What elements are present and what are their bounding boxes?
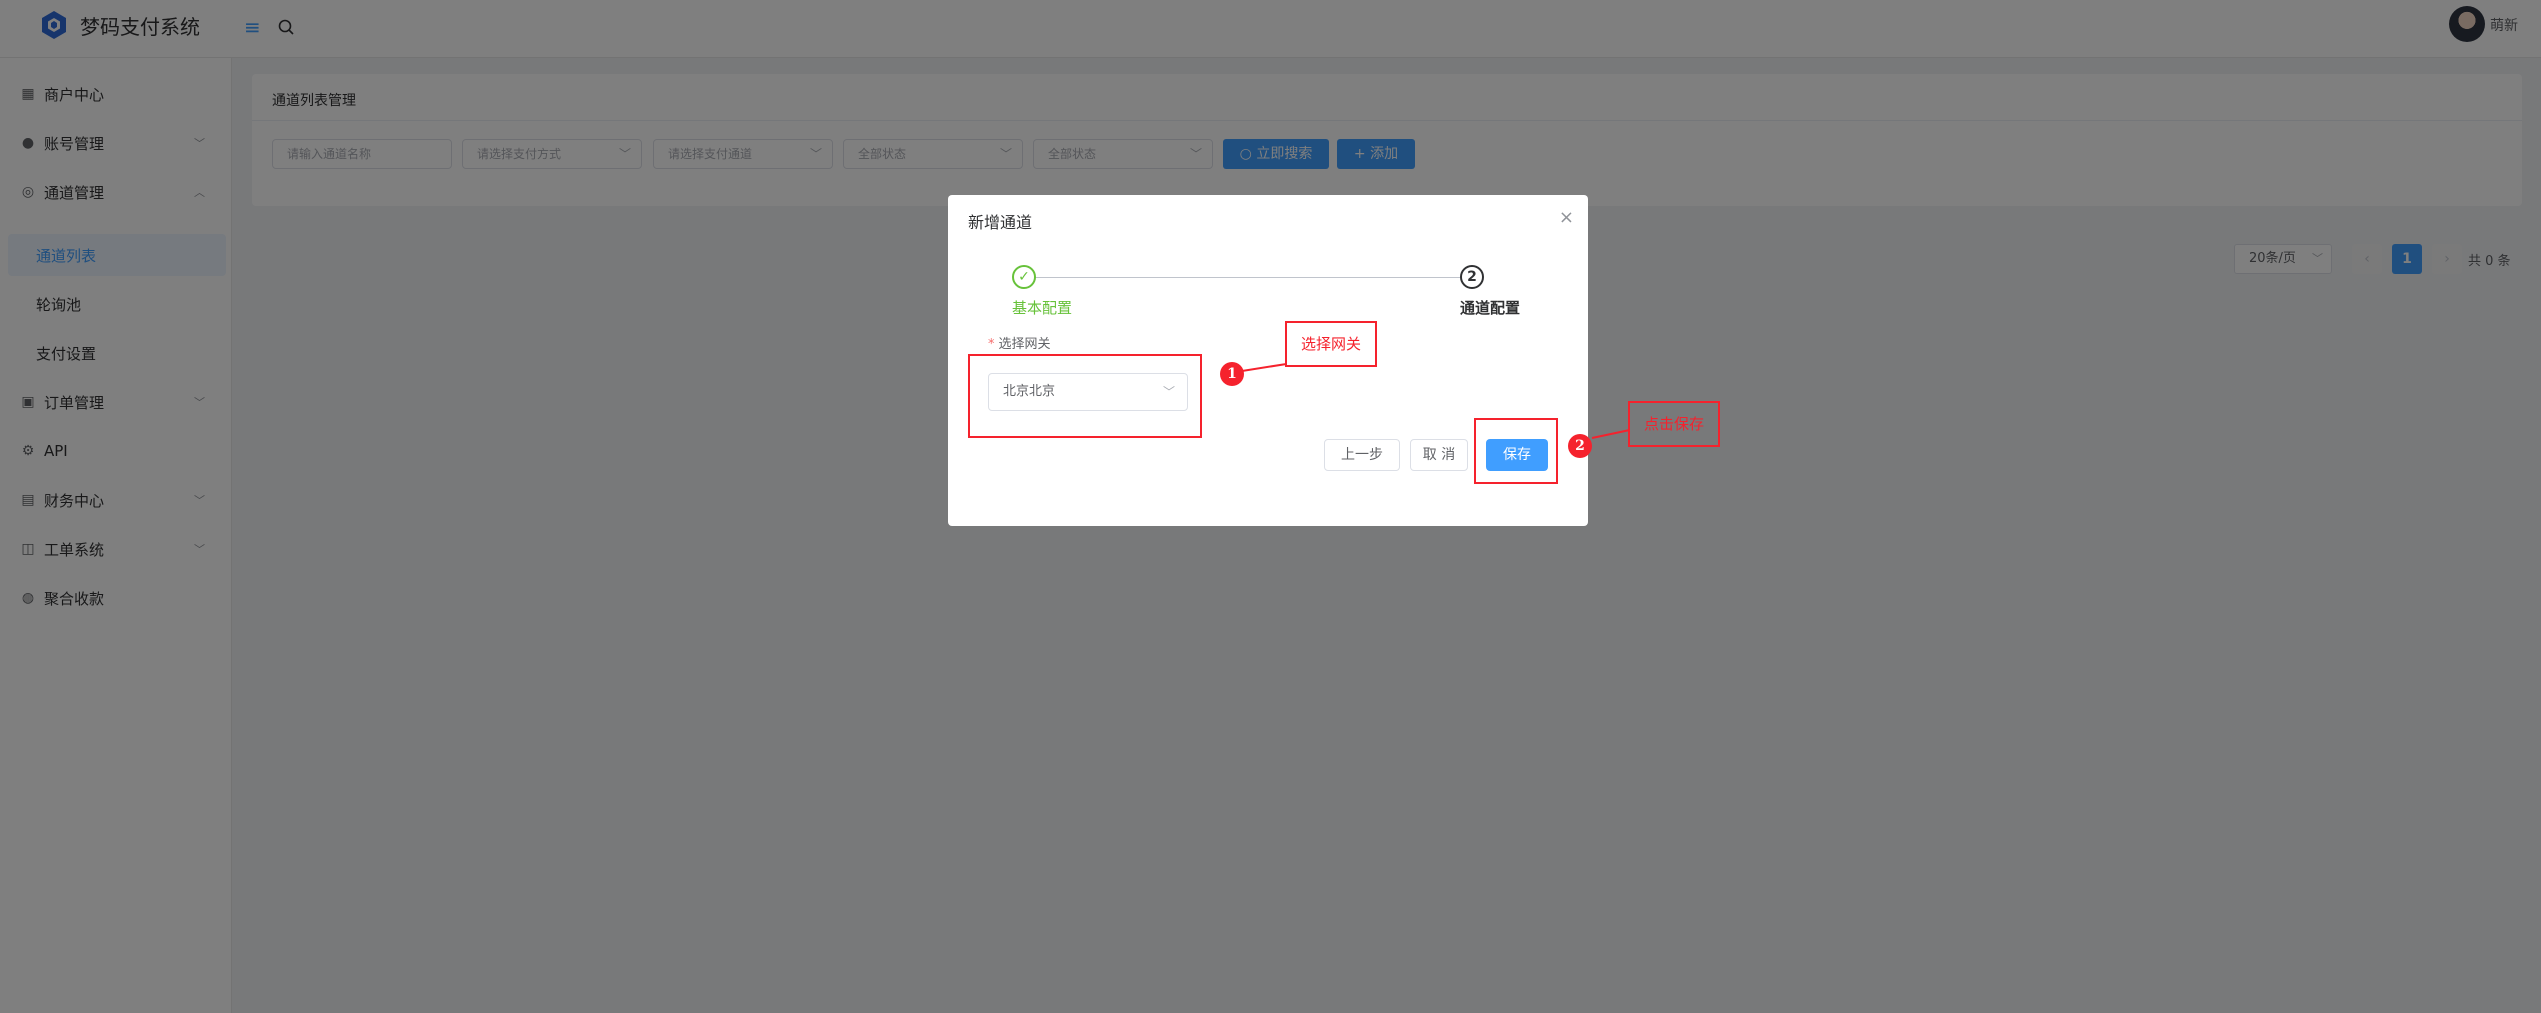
highlight-save: [1474, 418, 1558, 484]
step-label-channel: 通道配置: [1460, 299, 1521, 317]
check-icon: ✓: [1012, 265, 1036, 289]
gateway-label: * 选择网关: [988, 333, 1051, 352]
cancel-button[interactable]: 取 消: [1410, 439, 1468, 471]
step-number: 2: [1460, 265, 1484, 289]
dialog-title: 新增通道: [968, 213, 1033, 232]
annotation-number-1: 1: [1220, 362, 1244, 386]
annotation-number-2: 2: [1568, 434, 1592, 458]
annotation-callout-1: 选择网关: [1285, 321, 1377, 367]
highlight-gateway: [968, 354, 1202, 438]
step-label-basic: 基本配置: [1012, 299, 1073, 317]
prev-step-button[interactable]: 上一步: [1324, 439, 1400, 471]
gateway-label-text: 选择网关: [998, 337, 1051, 352]
required-mark: *: [988, 337, 995, 352]
steps-connector: [1024, 277, 1460, 278]
close-icon[interactable]: ×: [1559, 207, 1574, 228]
annotation-callout-2: 点击保存: [1628, 401, 1720, 447]
